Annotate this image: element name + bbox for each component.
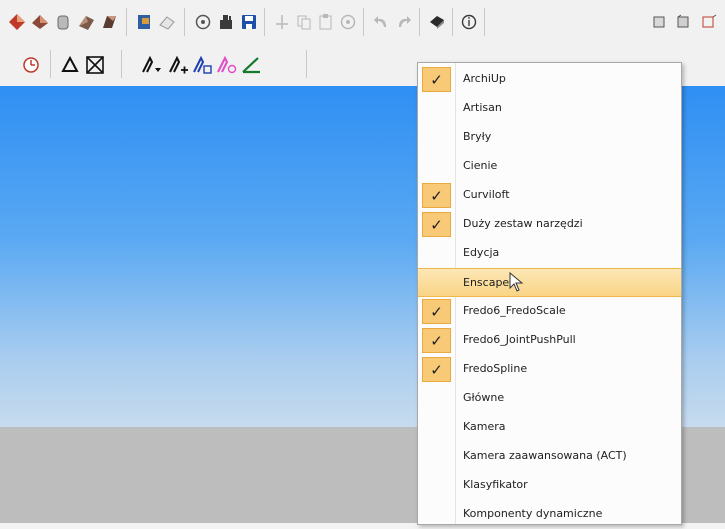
toolbar-separator — [50, 50, 51, 78]
menu-item-label: Kamera — [463, 420, 506, 433]
menu-item[interactable]: Główne — [418, 384, 681, 413]
view-front-icon[interactable] — [697, 11, 719, 33]
menu-item[interactable]: ✓ Fredo6_JointPushPull — [418, 326, 681, 355]
menu-item-label: Duży zestaw narzędzi — [463, 217, 583, 230]
sandbox-brown-icon[interactable] — [29, 11, 51, 33]
toolbar-separator — [264, 8, 265, 36]
checkmark-icon: ✓ — [422, 357, 451, 382]
menu-item-label: Fredo6_JointPushPull — [463, 333, 576, 346]
print-icon[interactable] — [426, 11, 448, 33]
sandbox-grey-icon[interactable] — [52, 11, 74, 33]
menu-item-label: FredoSpline — [463, 362, 528, 375]
menu-item[interactable]: Enscape — [418, 268, 681, 297]
shadow-clock-icon[interactable] — [20, 54, 42, 76]
menu-item-label: Bryły — [463, 130, 492, 143]
menu-item[interactable]: ✓ ArchiUp — [418, 65, 681, 94]
view-top-icon[interactable] — [672, 11, 694, 33]
new-icon[interactable] — [192, 11, 214, 33]
checkmark-icon: ✓ — [422, 299, 451, 324]
menu-item-label: Klasyfikator — [463, 478, 528, 491]
eraser-icon[interactable] — [156, 11, 178, 33]
menu-item-label: Artisan — [463, 101, 502, 114]
menu-item-label: Komponenty dynamiczne — [463, 507, 603, 520]
menu-item-label: Curviloft — [463, 188, 510, 201]
menu-item-label: Główne — [463, 391, 505, 404]
toolbar-separator — [306, 50, 307, 78]
model-info-icon[interactable] — [458, 11, 480, 33]
menu-item[interactable]: Klasyfikator — [418, 471, 681, 500]
angle-icon[interactable] — [240, 54, 262, 76]
paste-icon[interactable] — [315, 11, 337, 33]
menu-item[interactable]: ✓ FredoSpline — [418, 355, 681, 384]
checkmark-icon: ✓ — [422, 212, 451, 237]
toolbars-context-menu: ✓ ArchiUp Artisan Bryły Cienie ✓ Curviloft ✓ Duż… — [417, 62, 682, 525]
menu-item[interactable]: Bryły — [418, 123, 681, 152]
menu-item[interactable]: Komponenty dynamiczne — [418, 500, 681, 529]
view-iso-icon[interactable] — [648, 11, 670, 33]
smooth-line-icon[interactable] — [215, 54, 237, 76]
menu-item[interactable]: Cienie — [418, 152, 681, 181]
toolbar-separator — [121, 50, 122, 78]
delete-icon[interactable] — [337, 11, 359, 33]
undo-icon[interactable] — [370, 11, 392, 33]
menu-item[interactable]: Artisan — [418, 94, 681, 123]
cut-icon[interactable] — [271, 11, 293, 33]
mouse-pointer-icon — [509, 271, 525, 297]
toolbar-separator — [184, 8, 185, 36]
section-plane-icon[interactable] — [140, 54, 162, 76]
book-icon[interactable] — [133, 11, 155, 33]
add-line-icon[interactable] — [167, 54, 189, 76]
menu-item-label: Fredo6_FredoScale — [463, 304, 566, 317]
sandbox-flip-icon[interactable] — [98, 11, 120, 33]
delta-icon[interactable] — [59, 54, 81, 76]
toolbar-separator — [126, 8, 127, 36]
menu-item[interactable]: ✓ Fredo6_FredoScale — [418, 297, 681, 326]
save-icon[interactable] — [238, 11, 260, 33]
sandbox-red-icon[interactable] — [6, 11, 28, 33]
copy-icon[interactable] — [293, 11, 315, 33]
menu-item-label: ArchiUp — [463, 72, 506, 85]
checkmark-icon: ✓ — [422, 183, 451, 208]
menu-item-label: Edycja — [463, 246, 500, 259]
edit-line-icon[interactable] — [191, 54, 213, 76]
menu-item[interactable]: Edycja — [418, 239, 681, 268]
checkmark-icon: ✓ — [422, 67, 451, 92]
toolbar-separator — [484, 8, 485, 36]
open-icon[interactable] — [215, 11, 237, 33]
menu-item-label: Kamera zaawansowana (ACT) — [463, 449, 627, 462]
menu-item-label: Enscape — [463, 276, 510, 289]
menu-item[interactable]: Kamera — [418, 413, 681, 442]
redo-icon[interactable] — [393, 11, 415, 33]
menu-item[interactable]: ✓ Duży zestaw narzędzi — [418, 210, 681, 239]
checkmark-icon: ✓ — [422, 328, 451, 353]
main-toolbar — [0, 0, 725, 44]
toolbar-separator — [419, 8, 420, 36]
menu-item[interactable]: Kamera zaawansowana (ACT) — [418, 442, 681, 471]
sandbox-dark-icon[interactable] — [75, 11, 97, 33]
menu-item-label: Cienie — [463, 159, 498, 172]
toolbar-separator — [452, 8, 453, 36]
hourglass-icon[interactable] — [84, 54, 106, 76]
toolbar-separator — [363, 8, 364, 36]
menu-item[interactable]: ✓ Curviloft — [418, 181, 681, 210]
